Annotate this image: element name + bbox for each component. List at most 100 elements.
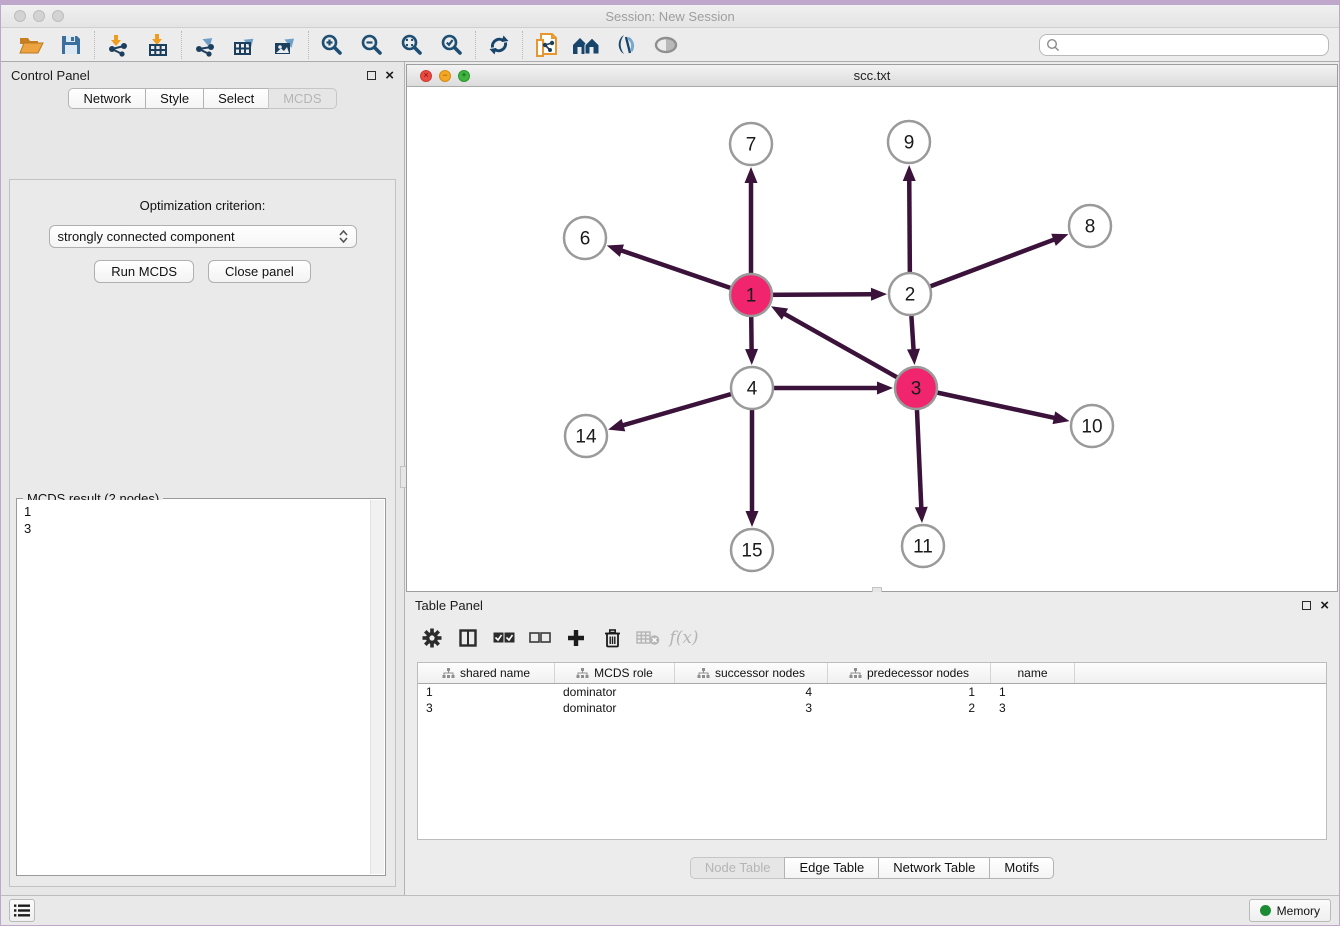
graph-edge-2-8[interactable]: [910, 239, 1055, 294]
export-image-icon[interactable]: [265, 30, 305, 60]
attribute-type-icon: [576, 668, 589, 679]
graph-edge-arrow: [607, 245, 624, 257]
cell-name[interactable]: 1: [991, 685, 1075, 699]
tab-mcds[interactable]: MCDS: [268, 88, 336, 109]
close-panel-button[interactable]: Close panel: [208, 260, 311, 283]
graph-edge-3-1[interactable]: [783, 313, 916, 388]
optimization-criterion-value: strongly connected component: [58, 229, 235, 244]
float-table-panel-icon[interactable]: [1302, 601, 1311, 610]
task-history-icon[interactable]: [9, 899, 35, 922]
add-column-icon[interactable]: [561, 624, 591, 652]
graph-edge-arrow: [1051, 234, 1068, 246]
cell-successor-nodes[interactable]: 3: [675, 701, 828, 715]
cell-successor-nodes[interactable]: 4: [675, 685, 828, 699]
toolbar-separator: [475, 31, 476, 59]
cell-shared-name[interactable]: 3: [418, 701, 555, 715]
refresh-view-icon[interactable]: [479, 30, 519, 60]
tab-style[interactable]: Style: [145, 88, 203, 109]
close-panel-icon[interactable]: ×: [385, 68, 394, 83]
network-window: × − + scc.txt 1234678910111415: [406, 64, 1338, 592]
node-table: shared name MCDS role successor nodes: [417, 662, 1327, 840]
show-column-icon[interactable]: [453, 624, 483, 652]
zoom-out-icon[interactable]: [352, 30, 392, 60]
tab-network-table[interactable]: Network Table: [878, 857, 989, 879]
import-table-icon[interactable]: [138, 30, 178, 60]
search-input[interactable]: [1064, 38, 1322, 52]
table-settings-icon[interactable]: [417, 624, 447, 652]
result-item[interactable]: 1: [24, 503, 364, 520]
unselect-all-columns-icon[interactable]: [525, 624, 555, 652]
mcds-result-group: MCDS result (2 nodes) 1 3: [16, 498, 386, 876]
column-header-mcds-role[interactable]: MCDS role: [555, 663, 675, 683]
graph-edge-arrow: [907, 349, 920, 365]
function-builder-icon[interactable]: f(x): [669, 624, 699, 652]
memory-status-icon: [1260, 905, 1271, 916]
tab-select[interactable]: Select: [203, 88, 268, 109]
column-header-shared-name[interactable]: shared name: [418, 663, 555, 683]
cell-mcds-role[interactable]: dominator: [555, 685, 675, 699]
graph-node-label: 1: [746, 286, 757, 307]
select-arrows-icon: [339, 230, 348, 243]
export-table-icon[interactable]: [225, 30, 265, 60]
graph-edge-arrow: [915, 507, 928, 523]
right-column: × − + scc.txt 1234678910111415 Table Pan…: [405, 62, 1339, 895]
app-titlebar: Session: New Session: [1, 5, 1339, 28]
graph-edge-arrow: [877, 382, 893, 395]
zoom-selected-icon[interactable]: [432, 30, 472, 60]
optimization-criterion-label: Optimization criterion:: [10, 198, 395, 213]
graph-node-label: 4: [747, 379, 758, 400]
delete-table-icon[interactable]: [633, 624, 663, 652]
optimization-criterion-select[interactable]: strongly connected component: [49, 225, 357, 248]
graph-edge-arrow: [746, 511, 759, 527]
delete-columns-icon[interactable]: [597, 624, 627, 652]
graph-node-label: 15: [741, 541, 762, 562]
run-mcds-button[interactable]: Run MCDS: [94, 260, 194, 283]
graph-edge-arrow: [871, 288, 887, 301]
import-network-icon[interactable]: [98, 30, 138, 60]
zoom-fit-icon[interactable]: [392, 30, 432, 60]
cell-mcds-role[interactable]: dominator: [555, 701, 675, 715]
graph-node-label: 11: [913, 537, 933, 558]
graph-node-label: 3: [911, 379, 922, 400]
column-header-successor-nodes[interactable]: successor nodes: [675, 663, 828, 683]
network-window-titlebar: × − + scc.txt: [407, 65, 1337, 87]
show-hide-icon[interactable]: [646, 30, 686, 60]
home-icon[interactable]: [566, 30, 606, 60]
cell-shared-name[interactable]: 1: [418, 685, 555, 699]
graph-node-label: 14: [575, 427, 597, 448]
toolbar-separator: [308, 31, 309, 59]
zoom-in-icon[interactable]: [312, 30, 352, 60]
column-header-predecessor-nodes[interactable]: predecessor nodes: [828, 663, 991, 683]
cell-predecessor-nodes[interactable]: 1: [828, 685, 991, 699]
close-table-panel-icon[interactable]: ×: [1320, 598, 1329, 613]
fx-label: f(x): [669, 628, 698, 648]
toolbar-separator: [94, 31, 95, 59]
apply-style-icon[interactable]: [606, 30, 646, 60]
open-session-icon[interactable]: [11, 30, 51, 60]
table-panel-tabs: Node Table Edge Table Network Table Moti…: [405, 840, 1339, 895]
column-header-name[interactable]: name: [991, 663, 1075, 683]
save-session-icon[interactable]: [51, 30, 91, 60]
graph-edge-arrow: [745, 167, 758, 183]
float-panel-icon[interactable]: [367, 71, 376, 80]
graph-node-label: 7: [746, 135, 757, 156]
tab-edge-table[interactable]: Edge Table: [784, 857, 878, 879]
cell-name[interactable]: 3: [991, 701, 1075, 715]
network-from-file-icon[interactable]: [526, 30, 566, 60]
search-icon: [1046, 38, 1060, 52]
table-panel: Table Panel ×: [405, 592, 1339, 895]
select-all-columns-icon[interactable]: [489, 624, 519, 652]
table-row[interactable]: 3 dominator 3 2 3: [418, 700, 1326, 716]
table-row[interactable]: 1 dominator 4 1 1: [418, 684, 1326, 700]
result-item[interactable]: 3: [24, 520, 364, 537]
export-network-icon[interactable]: [185, 30, 225, 60]
network-canvas[interactable]: 1234678910111415: [407, 87, 1337, 591]
cell-predecessor-nodes[interactable]: 2: [828, 701, 991, 715]
memory-button[interactable]: Memory: [1249, 899, 1331, 922]
memory-label: Memory: [1277, 904, 1320, 918]
tab-network[interactable]: Network: [68, 88, 145, 109]
tab-motifs[interactable]: Motifs: [989, 857, 1054, 879]
app-window: Session: New Session: [0, 0, 1340, 926]
result-scrollbar[interactable]: [370, 500, 384, 874]
tab-node-table[interactable]: Node Table: [690, 857, 785, 879]
